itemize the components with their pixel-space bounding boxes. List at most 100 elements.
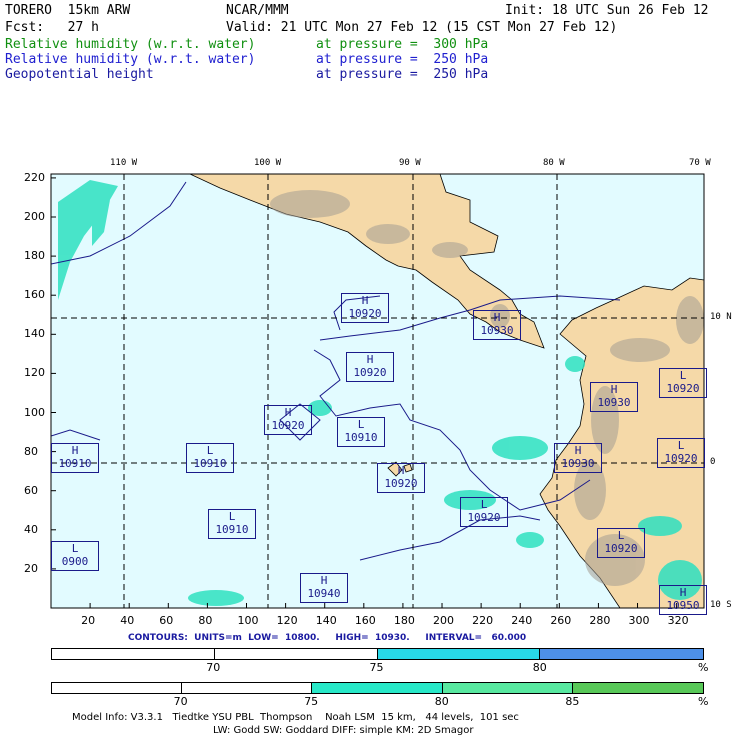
colorbar-tick-label: 85	[565, 695, 580, 708]
x-tick-label: 200	[433, 614, 455, 627]
center-type: H	[71, 444, 79, 457]
center-value: 10910	[215, 523, 249, 536]
x-tick-label: 260	[550, 614, 572, 627]
pressure-center-low: L 10910	[337, 417, 385, 447]
x-tick-label: 220	[472, 614, 494, 627]
pressure-center-high: H 10920	[377, 463, 425, 493]
y-tick-label: 40	[24, 522, 38, 536]
center-value: 10950	[666, 599, 700, 612]
center-value: 10930	[597, 396, 631, 409]
center-type: L	[206, 444, 214, 457]
center-type: L	[71, 542, 79, 555]
latitude-label: 10 S	[710, 600, 732, 610]
center-value: 10910	[58, 457, 92, 470]
x-tick-label: 160	[354, 614, 376, 627]
pressure-center-low: L 10920	[657, 438, 705, 468]
colorbar-tick-label: 70	[173, 695, 188, 708]
longitude-label: 70 W	[689, 158, 711, 168]
center-type: L	[617, 529, 625, 542]
contours-info: CONTOURS: UNITS=m LOW= 10800. HIGH= 1093…	[128, 633, 527, 643]
longitude-label: 90 W	[399, 158, 421, 168]
x-tick-label: 320	[667, 614, 689, 627]
model-physics: LW: Godd SW: Goddard DIFF: simple KM: 2D…	[213, 725, 474, 736]
colorbar-unit: %	[698, 695, 709, 708]
x-tick-label: 300	[628, 614, 650, 627]
center-type: L	[357, 418, 365, 431]
center-value: 10910	[344, 431, 378, 444]
pressure-center-low: L 0900	[51, 541, 99, 571]
center-type: H	[320, 574, 328, 587]
x-tick-label: 140	[315, 614, 337, 627]
pressure-center-high: H 10930	[473, 310, 521, 340]
colorbar-segment	[182, 683, 313, 693]
x-tick-label: 120	[276, 614, 298, 627]
y-tick-label: 120	[24, 366, 45, 380]
center-type: H	[679, 586, 687, 599]
pressure-center-high: H 10930	[554, 443, 602, 473]
x-tick-label: 100	[237, 614, 259, 627]
y-tick-label: 20	[24, 561, 38, 575]
center-value: 10920	[353, 366, 387, 379]
center-type: H	[361, 294, 369, 307]
colorbar-rh300	[51, 682, 704, 694]
colorbar-tick-label: 70	[206, 661, 221, 674]
latitude-label: 0	[710, 457, 716, 467]
pressure-center-high: H 10940	[300, 573, 348, 603]
y-tick-label: 100	[24, 405, 45, 419]
pressure-center-low: L 10920	[460, 497, 508, 527]
colorbar-segment	[442, 683, 573, 693]
colorbar-segment	[52, 683, 183, 693]
center-type: L	[480, 498, 488, 511]
colorbar-unit: %	[698, 661, 709, 674]
y-tick-label: 60	[24, 483, 38, 497]
longitude-label: 80 W	[543, 158, 565, 168]
pressure-center-high: H 10950	[659, 585, 707, 615]
colorbar-segment	[540, 649, 703, 659]
x-tick-label: 180	[393, 614, 415, 627]
center-value: 10930	[561, 457, 595, 470]
longitude-label: 110 W	[110, 158, 138, 168]
longitude-label: 100 W	[254, 158, 282, 168]
y-tick-label: 140	[24, 327, 45, 341]
colorbar-segment	[52, 649, 215, 659]
latitude-label: 10 N	[710, 312, 732, 322]
colorbar-rh250	[51, 648, 704, 660]
pressure-center-low: L 10920	[597, 528, 645, 558]
center-type: L	[228, 510, 236, 523]
center-value: 10920	[384, 477, 418, 490]
colorbar-tick-label: 75	[304, 695, 319, 708]
center-type: L	[679, 369, 687, 382]
center-value: 10920	[604, 542, 638, 555]
colorbar-segment	[377, 649, 541, 659]
colorbar-tick-label: 80	[434, 695, 449, 708]
center-value: 10930	[480, 324, 514, 337]
pressure-center-high: H 10920	[264, 405, 312, 435]
center-type: H	[493, 311, 501, 324]
x-tick-label: 80	[198, 614, 213, 627]
x-tick-label: 240	[511, 614, 533, 627]
center-value: 0900	[61, 555, 89, 568]
pressure-center-low: L 10910	[208, 509, 256, 539]
colorbar-segment	[312, 683, 443, 693]
pressure-center-high: H 10920	[341, 293, 389, 323]
center-value: 10920	[467, 511, 501, 524]
model-info: Model Info: V3.3.1 Tiedtke YSU PBL Thomp…	[72, 712, 519, 723]
center-value: 10920	[666, 382, 700, 395]
pressure-center-high: H 10920	[346, 352, 394, 382]
center-value: 10940	[307, 587, 341, 600]
center-value: 10920	[348, 307, 382, 320]
colorbar-tick-label: 80	[532, 661, 547, 674]
y-tick-label: 180	[24, 249, 45, 263]
colorbar-segment	[572, 683, 704, 693]
y-tick-label: 220	[24, 170, 45, 184]
pressure-center-low: L 10910	[186, 443, 234, 473]
center-type: H	[610, 383, 618, 396]
center-type: H	[574, 444, 582, 457]
pressure-center-low: L 10920	[659, 368, 707, 398]
colorbar-tick-label: 75	[369, 661, 384, 674]
x-tick-label: 280	[589, 614, 611, 627]
colorbar-segment	[214, 649, 378, 659]
x-tick-label: 20	[81, 614, 96, 627]
pressure-center-high: H 10910	[51, 443, 99, 473]
center-type: L	[677, 439, 685, 452]
